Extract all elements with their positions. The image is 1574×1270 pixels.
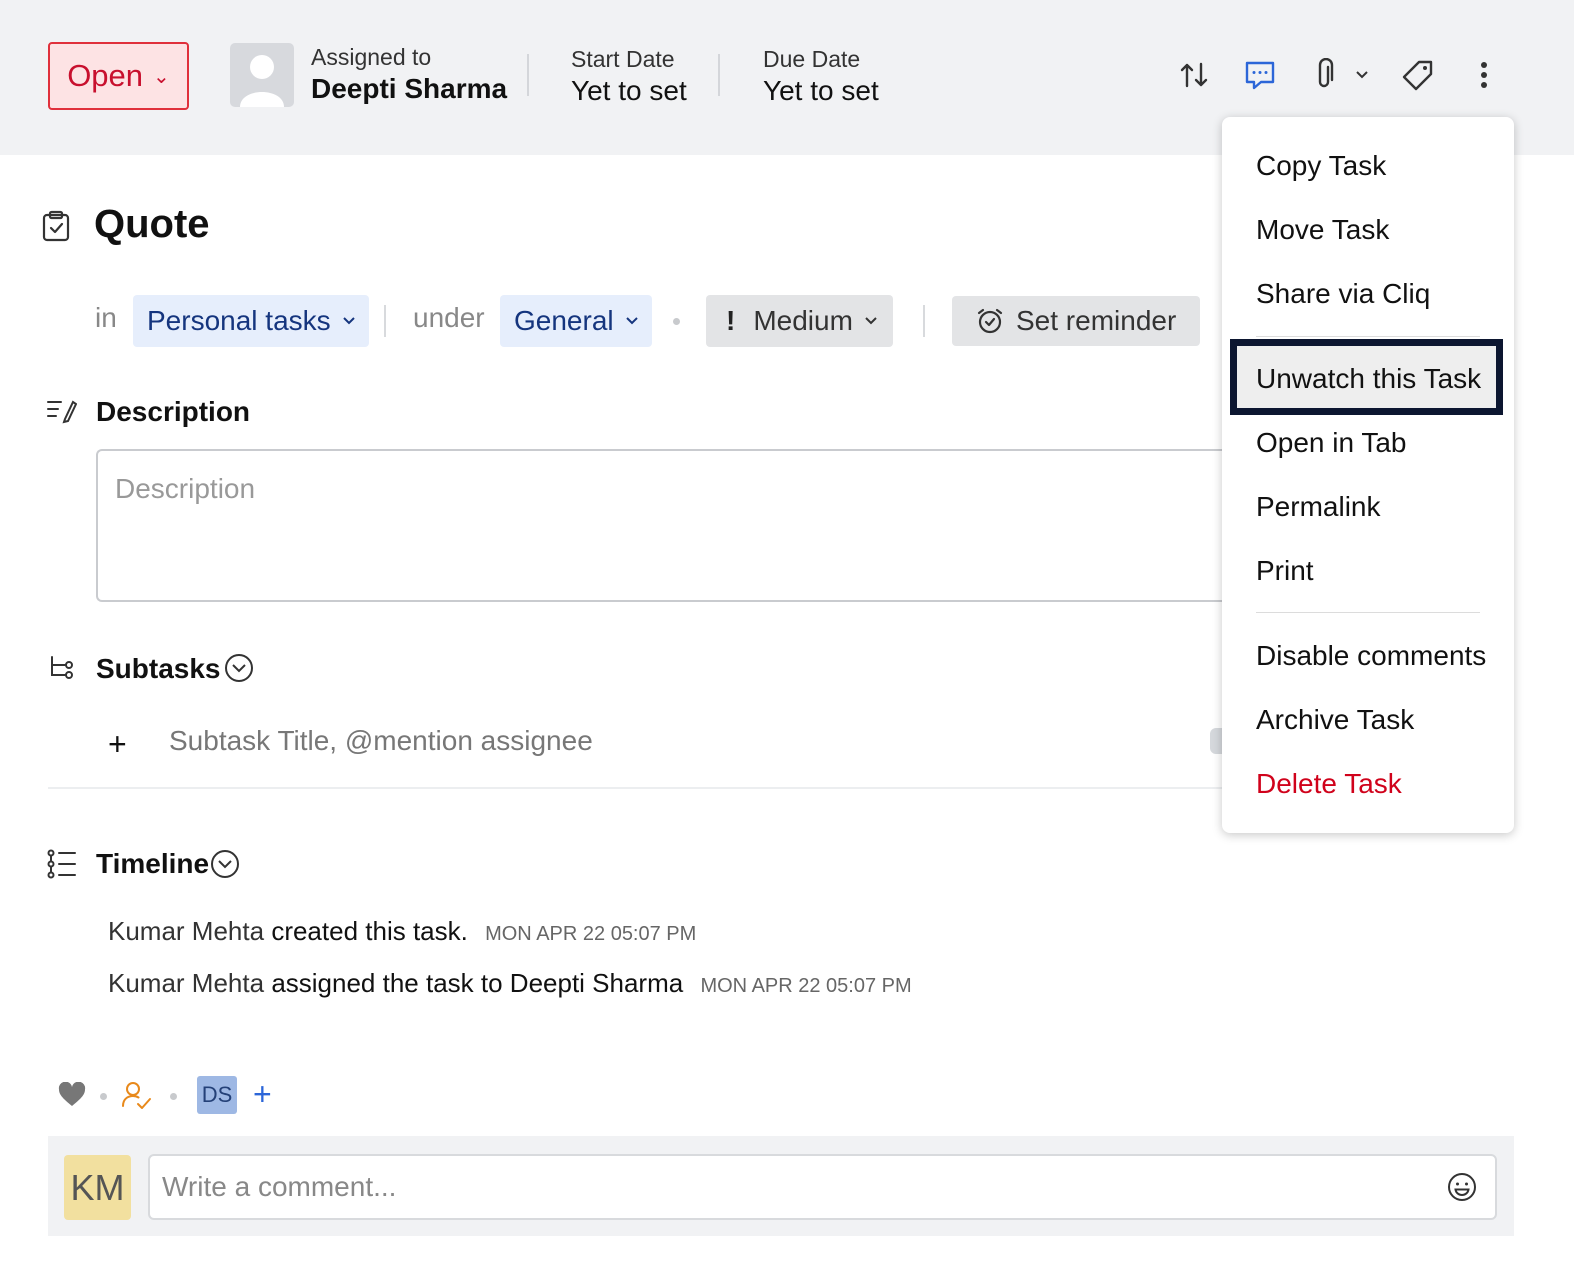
menu-item-delete-task[interactable]: Delete Task bbox=[1256, 768, 1402, 800]
chevron-down-icon[interactable] bbox=[1344, 55, 1380, 95]
task-icon bbox=[42, 210, 70, 247]
menu-item-disable-comments[interactable]: Disable comments bbox=[1256, 640, 1486, 672]
in-label: in bbox=[95, 302, 117, 333]
due-date-label: Due Date bbox=[763, 46, 861, 72]
add-follower-button[interactable]: + bbox=[253, 1076, 272, 1113]
heart-icon[interactable] bbox=[58, 1081, 86, 1113]
comment-placeholder: Write a comment... bbox=[162, 1171, 397, 1202]
divider bbox=[48, 787, 1222, 789]
timeline-entry: Kumar Mehta created this task. MON APR 2… bbox=[108, 916, 696, 947]
divider bbox=[923, 305, 925, 337]
subtasks-icon bbox=[49, 655, 75, 688]
exclamation-icon: ! bbox=[726, 305, 736, 336]
timeline-title: Timeline bbox=[96, 848, 210, 879]
divider bbox=[384, 305, 386, 337]
timeline-time: MON APR 22 05:07 PM bbox=[700, 975, 912, 997]
subtasks-title: Subtasks bbox=[96, 653, 221, 684]
under-label: under bbox=[413, 302, 485, 333]
menu-item-permalink[interactable]: Permalink bbox=[1256, 491, 1380, 523]
timeline-action: created this task. bbox=[271, 916, 468, 946]
tag-icon[interactable] bbox=[1398, 55, 1438, 95]
project-label: Personal tasks bbox=[147, 305, 331, 336]
subtasks-toggle-icon[interactable] bbox=[224, 653, 254, 688]
more-vertical-icon[interactable] bbox=[1464, 55, 1504, 95]
menu-item-unwatch-task[interactable]: Unwatch this Task bbox=[1256, 363, 1481, 395]
timeline-user[interactable]: Kumar Mehta bbox=[108, 916, 264, 946]
priority-dropdown[interactable]: ! Medium bbox=[706, 295, 893, 347]
timeline-time: MON APR 22 05:07 PM bbox=[485, 923, 697, 945]
timeline-user[interactable]: Kumar Mehta bbox=[108, 968, 264, 998]
add-subtask-icon[interactable]: + bbox=[108, 726, 127, 763]
menu-item-archive-task[interactable]: Archive Task bbox=[1256, 704, 1414, 736]
menu-item-open-in-tab[interactable]: Open in Tab bbox=[1256, 427, 1407, 459]
divider bbox=[718, 54, 720, 96]
menu-divider bbox=[1256, 336, 1480, 337]
description-placeholder: Description bbox=[115, 473, 256, 504]
timeline-action: assigned the task to Deepti Sharma bbox=[271, 968, 684, 998]
separator-dot bbox=[673, 318, 680, 325]
assignee-avatar[interactable] bbox=[230, 43, 294, 107]
comment-input[interactable]: Write a comment... bbox=[148, 1154, 1497, 1220]
emoji-icon[interactable] bbox=[1446, 1171, 1478, 1208]
list-dropdown[interactable]: General bbox=[500, 295, 652, 347]
assignee-block[interactable]: Assigned to Deepti Sharma bbox=[311, 44, 507, 105]
start-date-label: Start Date bbox=[571, 46, 675, 72]
assignee-name: Deepti Sharma bbox=[311, 73, 508, 104]
chevron-down-icon: ⌄ bbox=[153, 65, 170, 88]
task-title[interactable]: Quote bbox=[94, 202, 210, 247]
menu-item-print[interactable]: Print bbox=[1256, 555, 1314, 587]
chevron-down-icon bbox=[625, 317, 638, 325]
follower-icon[interactable] bbox=[120, 1080, 152, 1117]
project-dropdown[interactable]: Personal tasks bbox=[133, 295, 369, 347]
swap-icon[interactable] bbox=[1174, 55, 1214, 95]
description-input[interactable]: Description bbox=[96, 449, 1236, 602]
start-date-value: Yet to set bbox=[571, 75, 687, 106]
list-label: General bbox=[514, 305, 614, 336]
status-dropdown[interactable]: Open ⌄ bbox=[48, 42, 189, 110]
menu-item-copy-task[interactable]: Copy Task bbox=[1256, 150, 1386, 182]
chevron-down-icon bbox=[865, 317, 877, 325]
follower-avatar[interactable]: DS bbox=[197, 1076, 237, 1114]
chevron-down-icon bbox=[342, 317, 355, 325]
set-reminder-button[interactable]: Set reminder bbox=[952, 296, 1201, 346]
alarm-clock-icon bbox=[977, 308, 1003, 334]
timeline-entry: Kumar Mehta assigned the task to Deepti … bbox=[108, 968, 912, 999]
subtask-input[interactable]: Subtask Title, @mention assignee bbox=[169, 725, 593, 757]
menu-divider bbox=[1256, 612, 1480, 613]
status-label: Open bbox=[67, 58, 144, 93]
separator-dot bbox=[100, 1093, 107, 1100]
timeline-toggle-icon[interactable] bbox=[210, 849, 240, 884]
more-options-menu: Copy Task Move Task Share via Cliq Unwat… bbox=[1222, 117, 1514, 833]
menu-item-move-task[interactable]: Move Task bbox=[1256, 214, 1389, 246]
timeline-icon bbox=[47, 849, 77, 884]
assigned-label: Assigned to bbox=[311, 44, 432, 70]
due-date-value: Yet to set bbox=[763, 75, 879, 106]
chat-icon[interactable] bbox=[1240, 55, 1280, 95]
priority-label: Medium bbox=[753, 305, 853, 336]
set-reminder-label: Set reminder bbox=[1016, 305, 1177, 336]
menu-item-share-via-cliq[interactable]: Share via Cliq bbox=[1256, 278, 1430, 310]
commenter-avatar: KM bbox=[64, 1155, 131, 1220]
description-title: Description bbox=[96, 396, 251, 427]
description-icon bbox=[47, 398, 78, 429]
due-date-block[interactable]: Due Date Yet to set bbox=[763, 46, 879, 107]
attachment-icon[interactable] bbox=[1304, 55, 1344, 95]
start-date-block[interactable]: Start Date Yet to set bbox=[571, 46, 687, 107]
separator-dot bbox=[170, 1093, 177, 1100]
divider bbox=[527, 54, 529, 96]
